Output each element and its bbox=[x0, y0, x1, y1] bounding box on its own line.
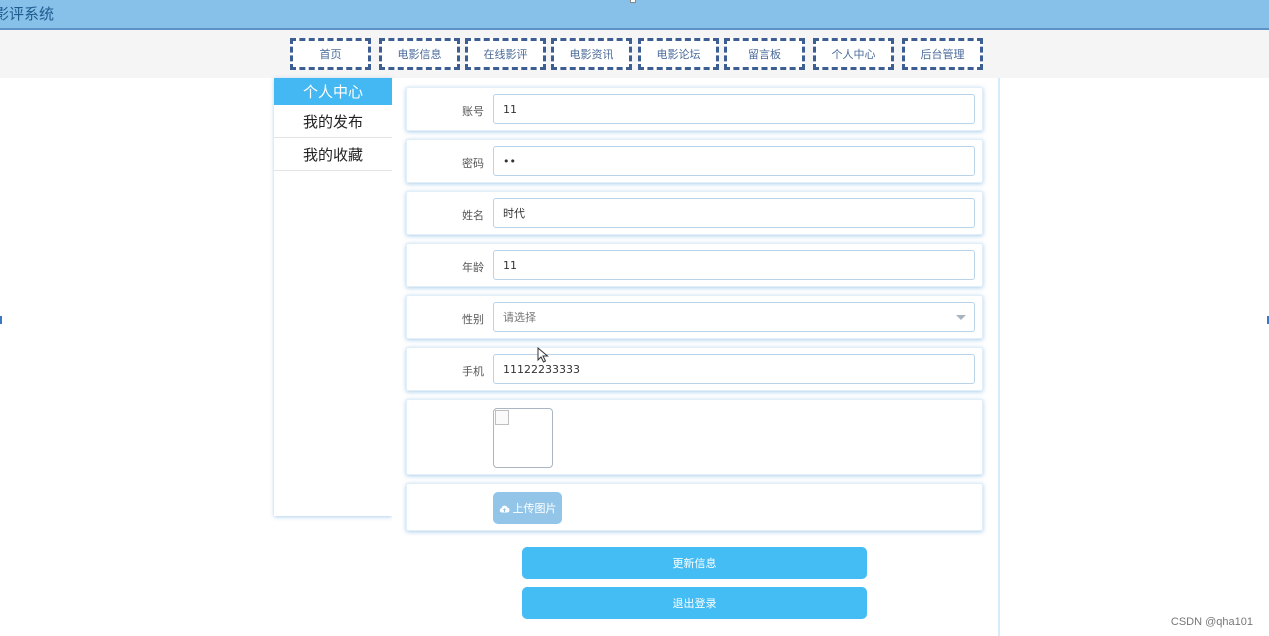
upload-image-button[interactable]: 上传图片 bbox=[493, 492, 562, 524]
form-row-account: 账号 11 bbox=[406, 87, 983, 131]
form-row-name: 姓名 时代 bbox=[406, 191, 983, 235]
form-row-password: 密码 •• bbox=[406, 139, 983, 183]
top-nav: 首页 电影信息 在线影评 电影资讯 电影论坛 留言板 个人中心 后台管理 bbox=[0, 30, 1269, 78]
upload-image-label: 上传图片 bbox=[512, 502, 557, 515]
window-resize-handle[interactable] bbox=[630, 0, 636, 3]
form-row-upload: 上传图片 bbox=[406, 483, 983, 531]
name-label: 姓名 bbox=[462, 209, 484, 222]
form-row-avatar bbox=[406, 399, 983, 475]
app-title: 影评系统 bbox=[0, 5, 55, 23]
name-input[interactable]: 时代 bbox=[493, 198, 975, 228]
nav-home[interactable]: 首页 bbox=[290, 38, 371, 70]
nav-message-board[interactable]: 留言板 bbox=[724, 38, 805, 70]
cloud-upload-icon bbox=[499, 505, 510, 512]
sidebar-item-personal-center[interactable]: 个人中心 bbox=[274, 78, 392, 105]
sidebar-item-my-favorites[interactable]: 我的收藏 bbox=[274, 138, 392, 171]
gender-label: 性别 bbox=[462, 313, 484, 326]
nav-admin[interactable]: 后台管理 bbox=[902, 38, 983, 70]
age-input[interactable]: 11 bbox=[493, 250, 975, 280]
account-input[interactable]: 11 bbox=[493, 94, 975, 124]
nav-movie-info[interactable]: 电影信息 bbox=[379, 38, 460, 70]
update-info-button[interactable]: 更新信息 bbox=[522, 547, 867, 579]
nav-online-review[interactable]: 在线影评 bbox=[465, 38, 546, 70]
logout-button[interactable]: 退出登录 bbox=[522, 587, 867, 619]
nav-movie-forum[interactable]: 电影论坛 bbox=[638, 38, 719, 70]
password-input[interactable]: •• bbox=[493, 146, 975, 176]
sidebar: 个人中心 我的发布 我的收藏 bbox=[274, 78, 392, 516]
sidebar-item-my-posts[interactable]: 我的发布 bbox=[274, 105, 392, 138]
avatar-preview[interactable] bbox=[493, 408, 553, 468]
nav-movie-news[interactable]: 电影资讯 bbox=[551, 38, 632, 70]
broken-image-icon bbox=[495, 410, 509, 425]
form-row-phone: 手机 11122233333 bbox=[406, 347, 983, 391]
form-row-age: 年龄 11 bbox=[406, 243, 983, 287]
title-bar: 影评系统 bbox=[0, 0, 1269, 30]
mouse-pointer-icon bbox=[537, 347, 549, 363]
account-label: 账号 bbox=[462, 105, 484, 118]
left-edge-marker bbox=[0, 316, 2, 324]
nav-personal-center[interactable]: 个人中心 bbox=[813, 38, 894, 70]
age-label: 年龄 bbox=[462, 261, 484, 274]
phone-input[interactable]: 11122233333 bbox=[493, 354, 975, 384]
profile-form: 账号 11 密码 •• 姓名 时代 年龄 11 性别 请选择 手机 111222… bbox=[392, 78, 1000, 636]
form-row-gender: 性别 请选择 bbox=[406, 295, 983, 339]
gender-select-placeholder: 请选择 bbox=[503, 311, 536, 324]
phone-label: 手机 bbox=[462, 365, 484, 378]
gender-select[interactable]: 请选择 bbox=[493, 302, 975, 332]
password-label: 密码 bbox=[462, 157, 484, 170]
chevron-down-icon bbox=[956, 315, 966, 320]
watermark: CSDN @qha101 bbox=[1170, 616, 1253, 628]
